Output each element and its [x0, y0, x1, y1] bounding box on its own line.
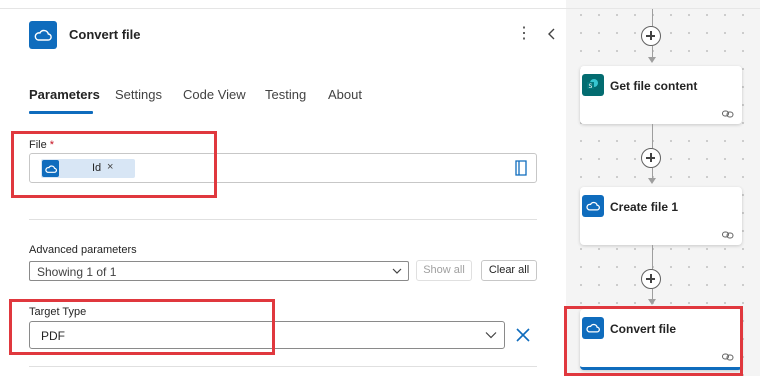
advanced-parameters-label: Advanced parameters — [29, 244, 137, 256]
flow-card-get-file-content[interactable]: S Get file content — [580, 66, 742, 124]
flow-card-create-file[interactable]: Create file 1 — [580, 187, 742, 245]
tab-testing[interactable]: Testing — [265, 87, 306, 102]
connector-line — [652, 245, 653, 269]
highlight-box-file — [11, 131, 217, 198]
panel-title: Convert file — [69, 27, 141, 42]
action-details-panel: Convert file ⋮ Parameters Settings Code … — [0, 0, 566, 376]
tab-code-view[interactable]: Code View — [183, 87, 246, 102]
svg-text:S: S — [589, 83, 593, 90]
connector-arrow-icon — [648, 57, 656, 63]
active-tab-indicator — [29, 111, 93, 114]
panel-top-divider — [0, 8, 566, 9]
card-title: Get file content — [610, 79, 698, 93]
tab-settings[interactable]: Settings — [115, 87, 162, 102]
collapse-panel-chevron-icon[interactable] — [544, 24, 560, 44]
connector-line — [652, 9, 653, 26]
highlight-box-target-type — [9, 299, 275, 355]
file-picker-icon[interactable] — [515, 160, 527, 181]
show-all-button[interactable]: Show all — [416, 260, 472, 281]
add-step-button[interactable] — [641, 269, 661, 289]
onedrive-icon — [29, 21, 57, 49]
advanced-parameters-value: Showing 1 of 1 — [37, 265, 117, 279]
connector-line — [652, 124, 653, 148]
more-options-icon[interactable]: ⋮ — [516, 25, 532, 45]
canvas-top-divider — [566, 8, 760, 9]
link-icon — [722, 110, 734, 118]
clear-target-type-icon[interactable] — [515, 327, 531, 343]
flow-canvas: S Get file content Create file 1 Convert… — [564, 0, 760, 376]
tab-parameters[interactable]: Parameters — [29, 87, 100, 102]
onedrive-icon — [582, 195, 604, 217]
add-step-button[interactable] — [641, 26, 661, 46]
chevron-down-icon — [392, 268, 402, 274]
highlight-box-convert-card — [564, 306, 743, 376]
link-icon — [722, 231, 734, 239]
sharepoint-icon: S — [582, 74, 604, 96]
connector-arrow-icon — [648, 299, 656, 305]
advanced-parameters-dropdown[interactable]: Showing 1 of 1 — [29, 261, 409, 281]
add-step-button[interactable] — [641, 148, 661, 168]
chevron-down-icon — [485, 332, 497, 339]
bottom-divider — [29, 366, 537, 367]
section-divider — [29, 219, 537, 220]
connector-arrow-icon — [648, 178, 656, 184]
card-title: Create file 1 — [610, 200, 679, 214]
tab-about[interactable]: About — [328, 87, 362, 102]
clear-all-button[interactable]: Clear all — [481, 260, 537, 281]
